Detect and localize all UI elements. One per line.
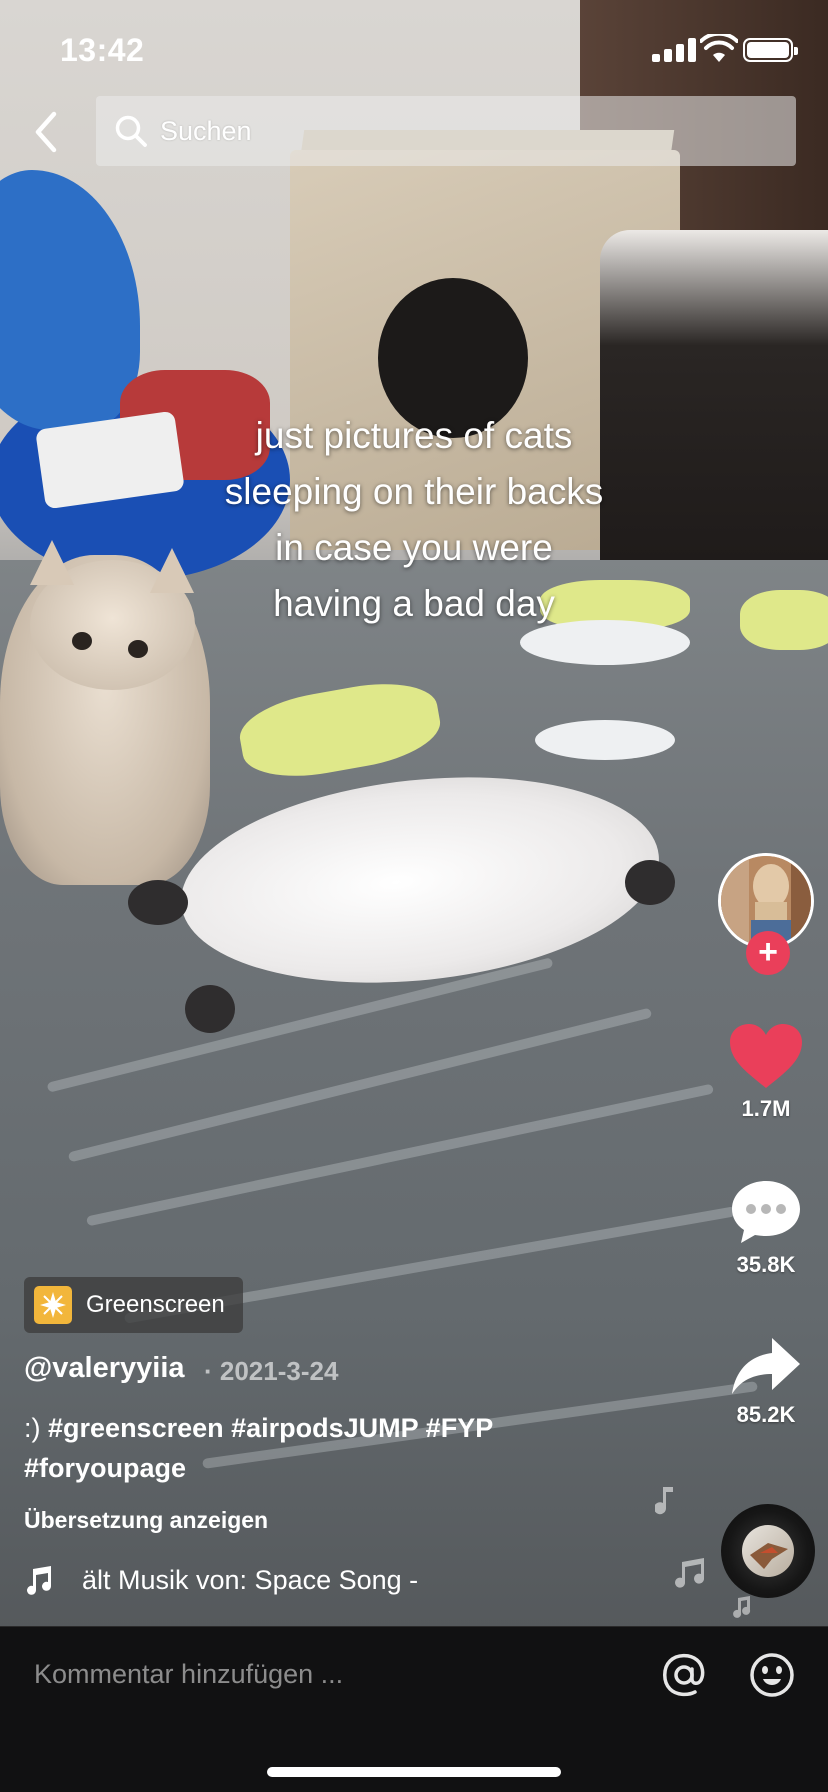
hashtags[interactable]: #greenscreen #airpodsJUMP #FYP (48, 1413, 493, 1443)
wifi-icon (700, 34, 738, 62)
effect-label: Greenscreen (86, 1291, 225, 1318)
username-link[interactable]: @valeryyiia (24, 1352, 185, 1385)
follow-plus-icon[interactable]: + (746, 931, 790, 975)
emoji-icon[interactable] (748, 1651, 796, 1699)
caption-line: in case you were (275, 527, 553, 568)
video-caption: just pictures of cats sleeping on their … (100, 408, 728, 632)
at-sign-icon[interactable] (660, 1651, 708, 1699)
post-description: :) #greenscreen #airpodsJUMP #FYP #foryo… (24, 1408, 584, 1488)
music-title: ält Musik von: Space Song - (82, 1564, 419, 1595)
music-disc-button[interactable] (721, 1504, 815, 1598)
signal-icon (652, 38, 698, 62)
creator-avatar-button[interactable]: + (716, 853, 816, 975)
comment-count: 35.8K (736, 1252, 796, 1277)
comment-button[interactable]: 35.8K (716, 1178, 816, 1278)
back-button[interactable] (24, 104, 68, 160)
music-note-icon (27, 1566, 52, 1595)
status-time: 13:42 (60, 32, 145, 68)
caption-line: sleeping on their backs (224, 471, 604, 512)
comment-bubble-icon (732, 1181, 800, 1243)
heart-icon (730, 1024, 802, 1088)
music-info[interactable]: ält Musik von: Space Song - (24, 1561, 444, 1599)
caption-line: having a bad day (273, 583, 555, 624)
home-indicator[interactable] (267, 1767, 561, 1777)
search-placeholder: Suchen (160, 115, 252, 146)
show-translation-link[interactable]: Übersetzung anzeigen (24, 1507, 268, 1534)
like-count: 1.7M (741, 1096, 791, 1121)
music-note-icon (655, 1487, 673, 1515)
back-chevron-icon (35, 111, 57, 153)
tiktok-video-screen: just pictures of cats sleeping on their … (0, 0, 828, 1792)
like-button[interactable]: 1.7M (716, 1022, 816, 1122)
share-arrow-icon (732, 1338, 800, 1394)
music-note-icon (675, 1558, 705, 1588)
share-button[interactable]: 85.2K (716, 1336, 816, 1428)
description-text: :) (24, 1413, 41, 1443)
hashtag-foryoupage[interactable]: #foryoupage (24, 1453, 186, 1483)
search-icon (115, 115, 147, 147)
blue-pillow (0, 170, 140, 430)
sparkle-effect-icon (34, 1286, 72, 1324)
caption-line: just pictures of cats (255, 415, 573, 456)
post-date: · 2021-3-24 (204, 1356, 339, 1386)
search-bar[interactable]: Suchen (96, 96, 796, 166)
effect-badge[interactable]: Greenscreen (24, 1277, 243, 1333)
sound-cover (742, 1525, 794, 1577)
share-count: 85.2K (736, 1402, 796, 1427)
music-note-icon (733, 1596, 751, 1618)
battery-icon (743, 38, 798, 62)
comment-input[interactable]: Kommentar hinzufügen ... (34, 1659, 594, 1703)
